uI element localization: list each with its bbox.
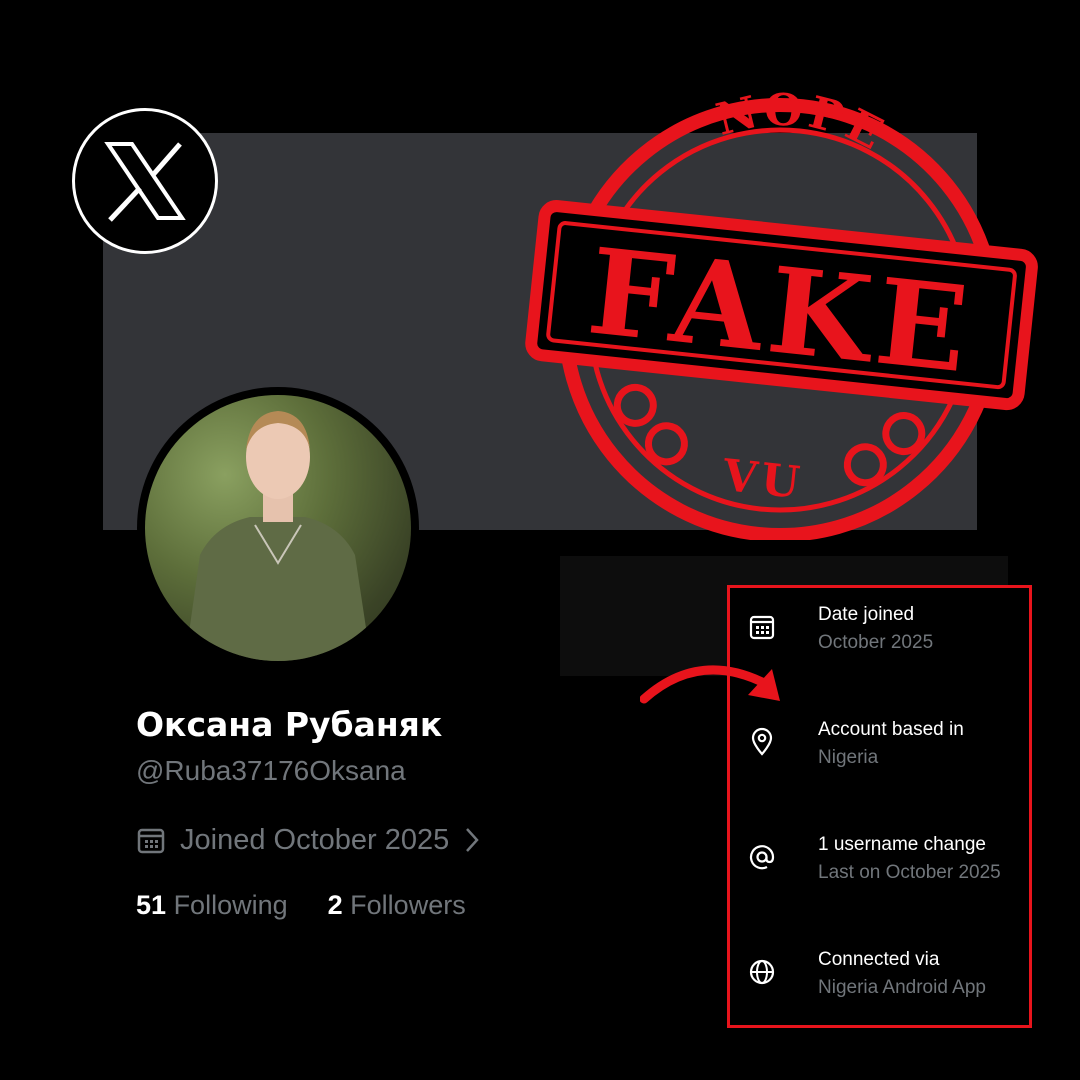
joined-text: Joined October 2025 bbox=[180, 823, 450, 856]
avatar[interactable] bbox=[137, 387, 419, 669]
at-sign-icon bbox=[749, 845, 775, 870]
about-label: 1 username change bbox=[818, 834, 986, 855]
about-account-box: Date joined October 2025 Account based i… bbox=[727, 585, 1032, 1028]
calendar-icon bbox=[137, 828, 165, 854]
followers-label: Followers bbox=[350, 890, 466, 920]
stamp-top-text: NOPE bbox=[706, 90, 896, 164]
following-count: 51 bbox=[136, 890, 167, 920]
followers-link[interactable]: 2 Followers bbox=[328, 890, 466, 921]
about-value: Nigeria Android App bbox=[818, 977, 986, 998]
chevron-right-icon bbox=[466, 828, 479, 852]
calendar-icon bbox=[749, 615, 775, 640]
stamp-bottom-text: VU bbox=[720, 450, 806, 509]
follow-stats: 51 Following 2 Followers bbox=[136, 890, 466, 921]
about-label: Connected via bbox=[818, 949, 940, 970]
about-value: October 2025 bbox=[818, 632, 934, 653]
about-value: Last on October 2025 bbox=[818, 862, 1001, 883]
location-pin-icon bbox=[751, 727, 773, 756]
about-label: Account based in bbox=[818, 719, 964, 740]
following-label: Following bbox=[173, 890, 288, 920]
joined-row[interactable]: Joined October 2025 bbox=[136, 822, 481, 858]
globe-icon bbox=[749, 959, 775, 985]
fake-stamp: NOPE FAKE VU bbox=[525, 90, 1038, 540]
about-value: Nigeria bbox=[818, 747, 879, 768]
x-logo-icon bbox=[72, 108, 218, 254]
about-label: Date joined bbox=[818, 604, 915, 625]
avatar-photo bbox=[145, 395, 411, 661]
handle: @Ruba37176Oksana bbox=[136, 755, 406, 786]
display-name: Оксана Рубаняк bbox=[136, 705, 443, 744]
red-arrow-icon bbox=[640, 665, 780, 704]
following-link[interactable]: 51 Following bbox=[136, 890, 288, 921]
followers-count: 2 bbox=[327, 890, 343, 920]
